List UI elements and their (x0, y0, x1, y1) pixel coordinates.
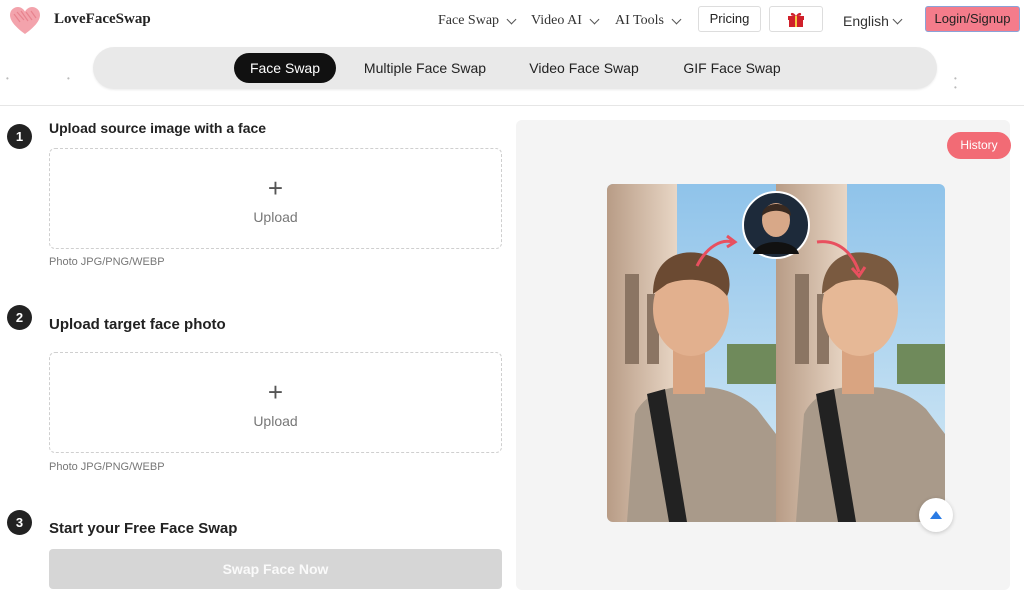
tab-video-face-swap[interactable]: Video Face Swap (523, 53, 645, 83)
nav-ai-tools[interactable]: AI Tools (615, 13, 682, 29)
gift-icon (788, 12, 804, 27)
target-face-upload[interactable]: + Upload (49, 352, 502, 453)
nav-face-swap[interactable]: Face Swap (438, 13, 517, 29)
chevron-down-icon (589, 14, 600, 24)
tool-tabs: Face Swap Multiple Face Swap Video Face … (93, 47, 937, 89)
language-selector[interactable]: English (843, 13, 903, 29)
tab-gif-face-swap[interactable]: GIF Face Swap (677, 53, 787, 83)
caret-up-icon (930, 511, 942, 519)
step-3-title: Start your Free Face Swap (49, 520, 238, 537)
plus-icon: + (267, 377, 284, 407)
brand-name[interactable]: LoveFaceSwap (54, 11, 151, 28)
step-1-badge: 1 (7, 124, 32, 149)
chevron-down-icon (892, 14, 903, 24)
step-3-badge: 3 (7, 510, 32, 535)
tool-tabs-section: • • • • • Face Swap Multiple Face Swap V… (0, 44, 1024, 106)
login-signup-button[interactable]: Login/Signup (925, 6, 1020, 32)
history-button[interactable]: History (947, 132, 1011, 159)
heart-logo-icon[interactable] (8, 6, 42, 36)
step-2-format-hint: Photo JPG/PNG/WEBP (49, 461, 165, 473)
face-swap-example-image (607, 184, 945, 522)
swap-face-now-button[interactable]: Swap Face Now (49, 549, 502, 589)
gift-button[interactable] (769, 6, 823, 32)
step-1-title: Upload source image with a face (49, 120, 267, 136)
nav-video-ai-label: Video AI (531, 13, 582, 28)
step-2-title: Upload target face photo (49, 316, 226, 333)
pricing-button[interactable]: Pricing (698, 6, 761, 32)
step-1-format-hint: Photo JPG/PNG/WEBP (49, 256, 165, 268)
upload-label: Upload (253, 413, 298, 429)
nav-video-ai[interactable]: Video AI (531, 13, 600, 29)
nav-face-swap-label: Face Swap (438, 13, 500, 28)
chevron-down-icon (506, 14, 517, 24)
scroll-to-top-button[interactable] (919, 498, 953, 532)
nav-ai-tools-label: AI Tools (615, 13, 664, 28)
step-2-badge: 2 (7, 305, 32, 330)
tab-multiple-face-swap[interactable]: Multiple Face Swap (359, 53, 491, 83)
tab-face-swap[interactable]: Face Swap (234, 53, 336, 83)
top-nav-bar: LoveFaceSwap Face Swap Video AI AI Tools… (0, 0, 1024, 44)
language-label: English (843, 13, 889, 29)
source-image-upload[interactable]: + Upload (49, 148, 502, 249)
upload-label: Upload (253, 209, 298, 225)
decorative-dots: • • (954, 74, 985, 92)
chevron-down-icon (671, 14, 682, 24)
plus-icon: + (267, 173, 284, 203)
